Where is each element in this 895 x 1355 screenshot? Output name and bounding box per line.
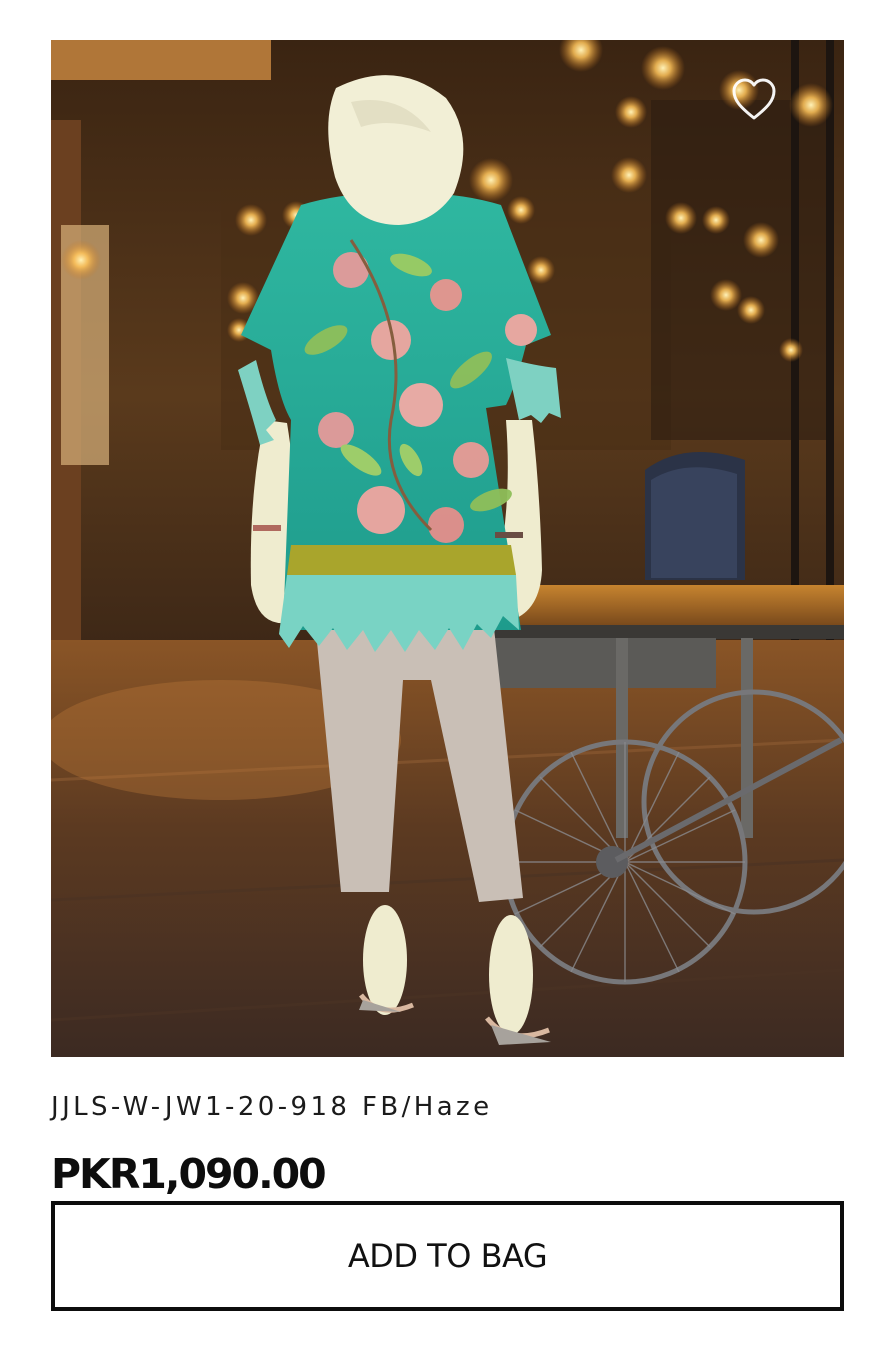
- heart-outline-icon: [732, 78, 776, 120]
- product-image[interactable]: [51, 40, 844, 1057]
- product-name[interactable]: JJLS-W-JW1-20-918 FB/Haze: [51, 1092, 844, 1122]
- wishlist-button[interactable]: [726, 74, 782, 124]
- product-card: JJLS-W-JW1-20-918 FB/Haze PKR1,090.00 AD…: [0, 0, 895, 1355]
- product-price: PKR1,090.00: [51, 1150, 327, 1198]
- add-to-bag-button[interactable]: ADD TO BAG: [51, 1201, 844, 1311]
